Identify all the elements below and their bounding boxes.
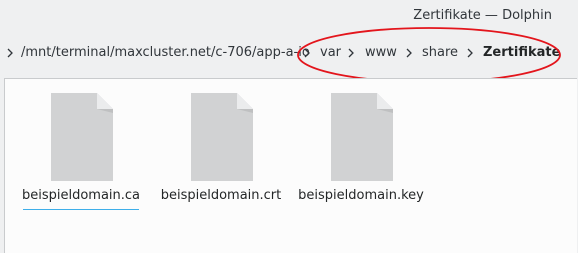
breadcrumb-item-current[interactable]: Zertifikate <box>483 45 560 61</box>
file-item[interactable]: beispieldomain.key <box>291 91 431 221</box>
file-name: beispieldomain.ca <box>21 188 141 203</box>
breadcrumb-item-www[interactable]: www <box>365 45 397 61</box>
window-title: Zertifikate — Dolphin <box>413 8 552 23</box>
chevron-right-icon <box>7 48 13 58</box>
breadcrumb-item-var[interactable]: var <box>320 45 341 61</box>
selection-underline <box>23 209 139 210</box>
breadcrumb: /mnt/terminal/maxcluster.net/c-706/app-a… <box>0 34 578 74</box>
file-name: beispieldomain.key <box>298 188 424 203</box>
breadcrumb-item-share[interactable]: share <box>422 45 458 61</box>
breadcrumb-item-path[interactable]: /mnt/terminal/maxcluster.net/c-706/app-a… <box>21 45 310 61</box>
file-item[interactable]: beispieldomain.crt <box>151 91 291 221</box>
chevron-right-icon <box>348 48 354 58</box>
file-name: beispieldomain.crt <box>160 188 282 203</box>
file-item[interactable]: beispieldomain.ca <box>11 91 151 221</box>
chevron-right-icon <box>467 48 473 58</box>
chevron-right-icon <box>304 48 310 58</box>
file-view[interactable]: beispieldomain.ca beispieldomain.crt bei… <box>4 78 577 253</box>
document-icon <box>331 93 393 181</box>
document-icon <box>191 93 253 181</box>
title-bar: Zertifikate — Dolphin <box>0 0 578 34</box>
chevron-right-icon <box>406 48 412 58</box>
document-icon <box>51 93 113 181</box>
